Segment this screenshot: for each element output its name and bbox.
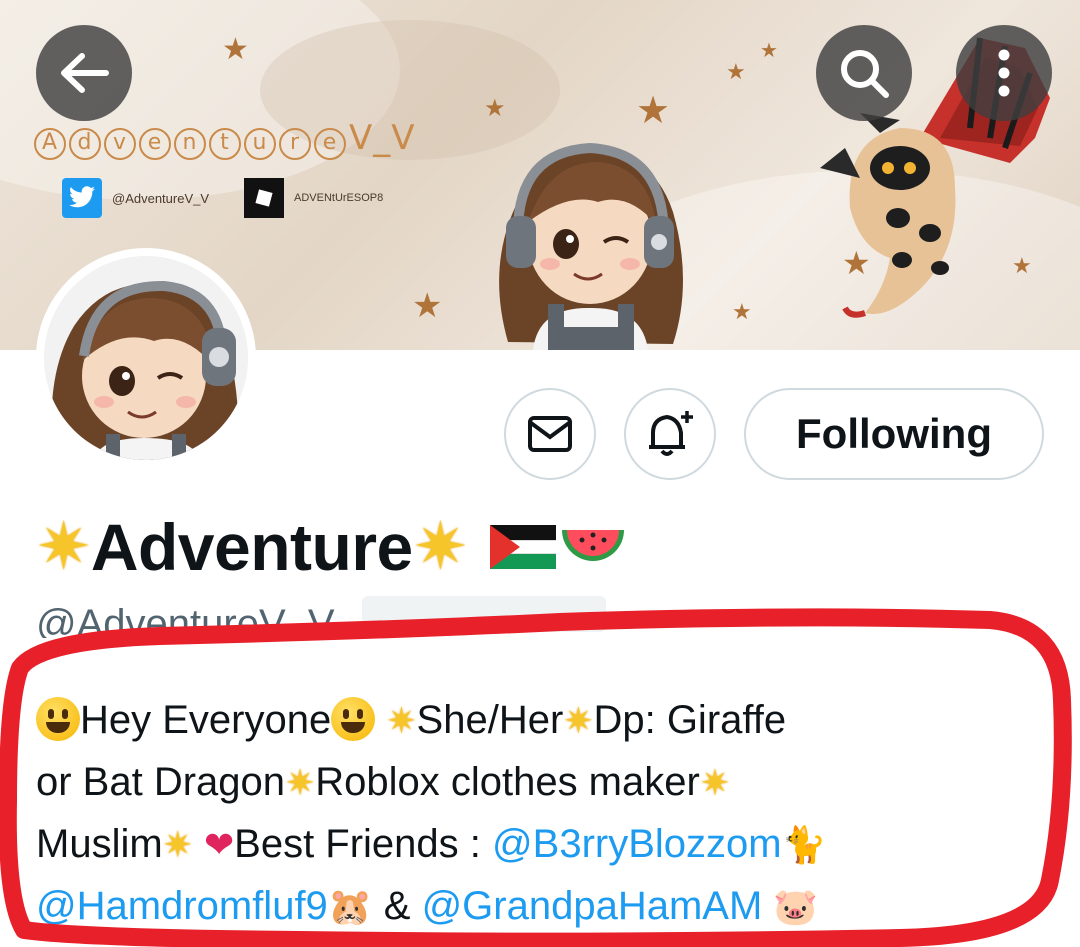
- notifications-button[interactable]: [624, 388, 716, 480]
- bio-pronouns: She/Her: [416, 698, 564, 742]
- twitter-icon: [62, 178, 102, 218]
- search-button[interactable]: [816, 25, 912, 121]
- back-button[interactable]: [36, 25, 132, 121]
- star-decoration: ★: [412, 286, 443, 326]
- profile-bio: Hey Everyone ✷She/Her✷Dp: Giraffe or Bat…: [36, 690, 1046, 938]
- smiley-face-icon: [331, 697, 376, 741]
- search-icon: [841, 50, 889, 98]
- more-options-button[interactable]: [956, 25, 1052, 121]
- bio-best-friends-label: Best Friends :: [234, 822, 481, 866]
- bio-roblox: Roblox clothes maker: [315, 760, 700, 804]
- bio-ampersand: &: [383, 884, 411, 928]
- star-decoration: ★: [636, 88, 671, 132]
- bio-religion: Muslim: [36, 822, 163, 866]
- star-decoration: ★: [732, 300, 752, 325]
- follows-you-badge: [362, 596, 606, 632]
- banner-character-image: [499, 142, 683, 350]
- bio-greeting: Hey Everyone: [80, 698, 332, 742]
- bio-dp: Dp: Giraffe: [593, 698, 787, 742]
- message-button[interactable]: [504, 388, 596, 480]
- profile-display-name: ✷ Adventure ✷: [36, 508, 628, 585]
- profile-avatar[interactable]: [36, 248, 256, 468]
- star-decoration: ★: [484, 94, 506, 122]
- banner-roblox-text: ADVENtUrESOP8: [294, 192, 384, 204]
- envelope-icon: [528, 416, 572, 452]
- sparkle-star-icon: ✷: [412, 508, 468, 585]
- following-button[interactable]: Following: [744, 388, 1044, 480]
- pig-face-icon: 🐷: [773, 887, 819, 928]
- mention-link-b3rryblozzom[interactable]: @B3rryBlozzom: [492, 822, 782, 866]
- palestine-flag-icon: [489, 524, 556, 569]
- smiley-face-icon: [36, 697, 80, 741]
- more-vertical-icon: [998, 49, 1010, 97]
- sparkle-star-icon: ✷: [285, 763, 316, 804]
- sparkle-star-icon: ✷: [386, 701, 417, 742]
- cat-icon: 🐈: [781, 825, 827, 866]
- avatar-image: [44, 256, 248, 460]
- mention-link-grandpahamam[interactable]: @GrandpaHamAM: [422, 884, 763, 928]
- arrow-left-icon: [61, 53, 109, 93]
- sparkle-star-icon: ✷: [563, 701, 594, 742]
- hamster-icon: 🐹: [327, 887, 373, 928]
- sparkle-star-icon: ✷: [699, 763, 730, 804]
- red-heart-icon: ❤: [203, 825, 235, 866]
- bell-plus-icon: [649, 411, 693, 456]
- banner-twitter-handle: @AdventureV_V: [62, 178, 209, 218]
- star-decoration: ★: [222, 32, 249, 67]
- star-decoration: ★: [760, 38, 778, 62]
- banner-title: Ad v e n t u r e V_V: [34, 118, 416, 160]
- banner-twitter-text: @AdventureV_V: [112, 190, 210, 206]
- roblox-icon: [244, 178, 284, 218]
- star-decoration: ★: [726, 60, 746, 85]
- banner-roblox-handle: ADVENtUrESOP8: [244, 178, 383, 218]
- profile-handle: @AdventureV_V: [36, 602, 335, 638]
- mention-link-hamdromfluf9[interactable]: @Hamdromfluf9: [36, 884, 328, 928]
- sparkle-star-icon: ✷: [36, 508, 91, 585]
- sparkle-star-icon: ✷: [162, 825, 193, 866]
- profile-name-text: Adventure: [90, 509, 413, 584]
- watermelon-icon: [561, 529, 624, 561]
- bio-dp-continued: or Bat Dragon: [36, 760, 286, 804]
